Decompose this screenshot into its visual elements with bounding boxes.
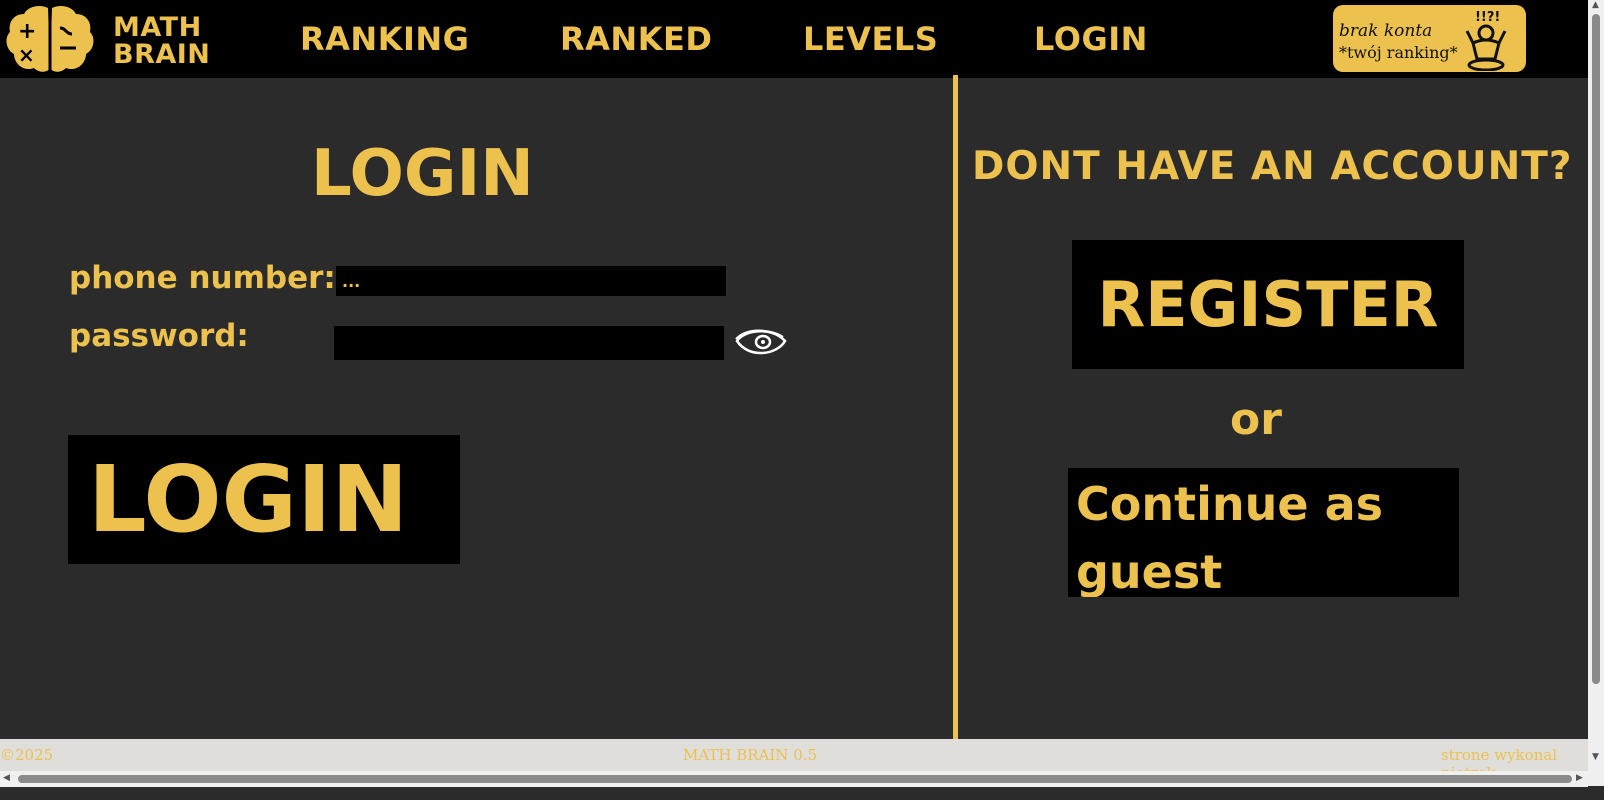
login-title: LOGIN bbox=[311, 137, 534, 211]
vertical-divider bbox=[953, 75, 958, 780]
nav-ranked[interactable]: RANKED bbox=[560, 20, 712, 58]
account-ranking-text: *twój ranking* bbox=[1339, 43, 1458, 62]
logo-text: MATH BRAIN bbox=[113, 14, 210, 68]
footer: ©2025 MATH BRAIN 0.5 strone wykonal piot… bbox=[0, 739, 1588, 782]
logo-line-1: MATH bbox=[113, 12, 202, 43]
show-password-eye-icon[interactable] bbox=[733, 325, 789, 361]
account-status-box[interactable]: brak konta *twój ranking* !!?! bbox=[1333, 5, 1526, 72]
nav-login[interactable]: LOGIN bbox=[1034, 20, 1148, 58]
footer-version: MATH BRAIN 0.5 bbox=[683, 746, 818, 764]
svg-text:×: × bbox=[18, 43, 35, 67]
phone-number-input[interactable] bbox=[336, 266, 726, 296]
scroll-up-arrow-icon[interactable]: ▲ bbox=[1592, 0, 1599, 10]
phone-label: phone number: bbox=[69, 260, 336, 296]
scroll-left-arrow-icon[interactable]: ◀ bbox=[3, 773, 10, 783]
password-label: password: bbox=[69, 318, 249, 354]
horizontal-scrollbar[interactable]: ◀ ▶ bbox=[0, 771, 1588, 787]
brain-logo-icon[interactable]: + × bbox=[4, 4, 96, 74]
scroll-right-arrow-icon[interactable]: ▶ bbox=[1576, 773, 1583, 783]
vertical-scrollbar[interactable]: ▲ ▼ bbox=[1588, 0, 1604, 786]
footer-copyright: ©2025 bbox=[0, 746, 54, 764]
nav-levels[interactable]: LEVELS bbox=[803, 20, 938, 58]
continue-as-guest-button[interactable]: Continue as guest bbox=[1068, 468, 1459, 597]
account-status-text: brak konta bbox=[1339, 21, 1433, 41]
vertical-scroll-thumb[interactable] bbox=[1592, 14, 1600, 684]
confused-person-icon: !!?! bbox=[1465, 10, 1507, 71]
scroll-down-arrow-icon[interactable]: ▼ bbox=[1592, 752, 1599, 762]
nav-ranking[interactable]: RANKING bbox=[300, 20, 469, 58]
or-separator: or bbox=[1230, 394, 1282, 445]
password-input[interactable] bbox=[334, 326, 724, 360]
svg-text:+: + bbox=[18, 19, 36, 44]
register-button[interactable]: REGISTER bbox=[1072, 240, 1464, 369]
horizontal-scroll-thumb[interactable] bbox=[18, 775, 1572, 783]
logo-line-2: BRAIN bbox=[113, 39, 211, 70]
login-button[interactable]: LOGIN bbox=[68, 435, 460, 564]
top-navbar: + × MATH BRAIN RANKING RANKED LEVELS LOG… bbox=[0, 0, 1588, 78]
svg-text:!!?!: !!?! bbox=[1475, 10, 1500, 25]
no-account-heading: DONT HAVE AN ACCOUNT? bbox=[972, 144, 1573, 189]
